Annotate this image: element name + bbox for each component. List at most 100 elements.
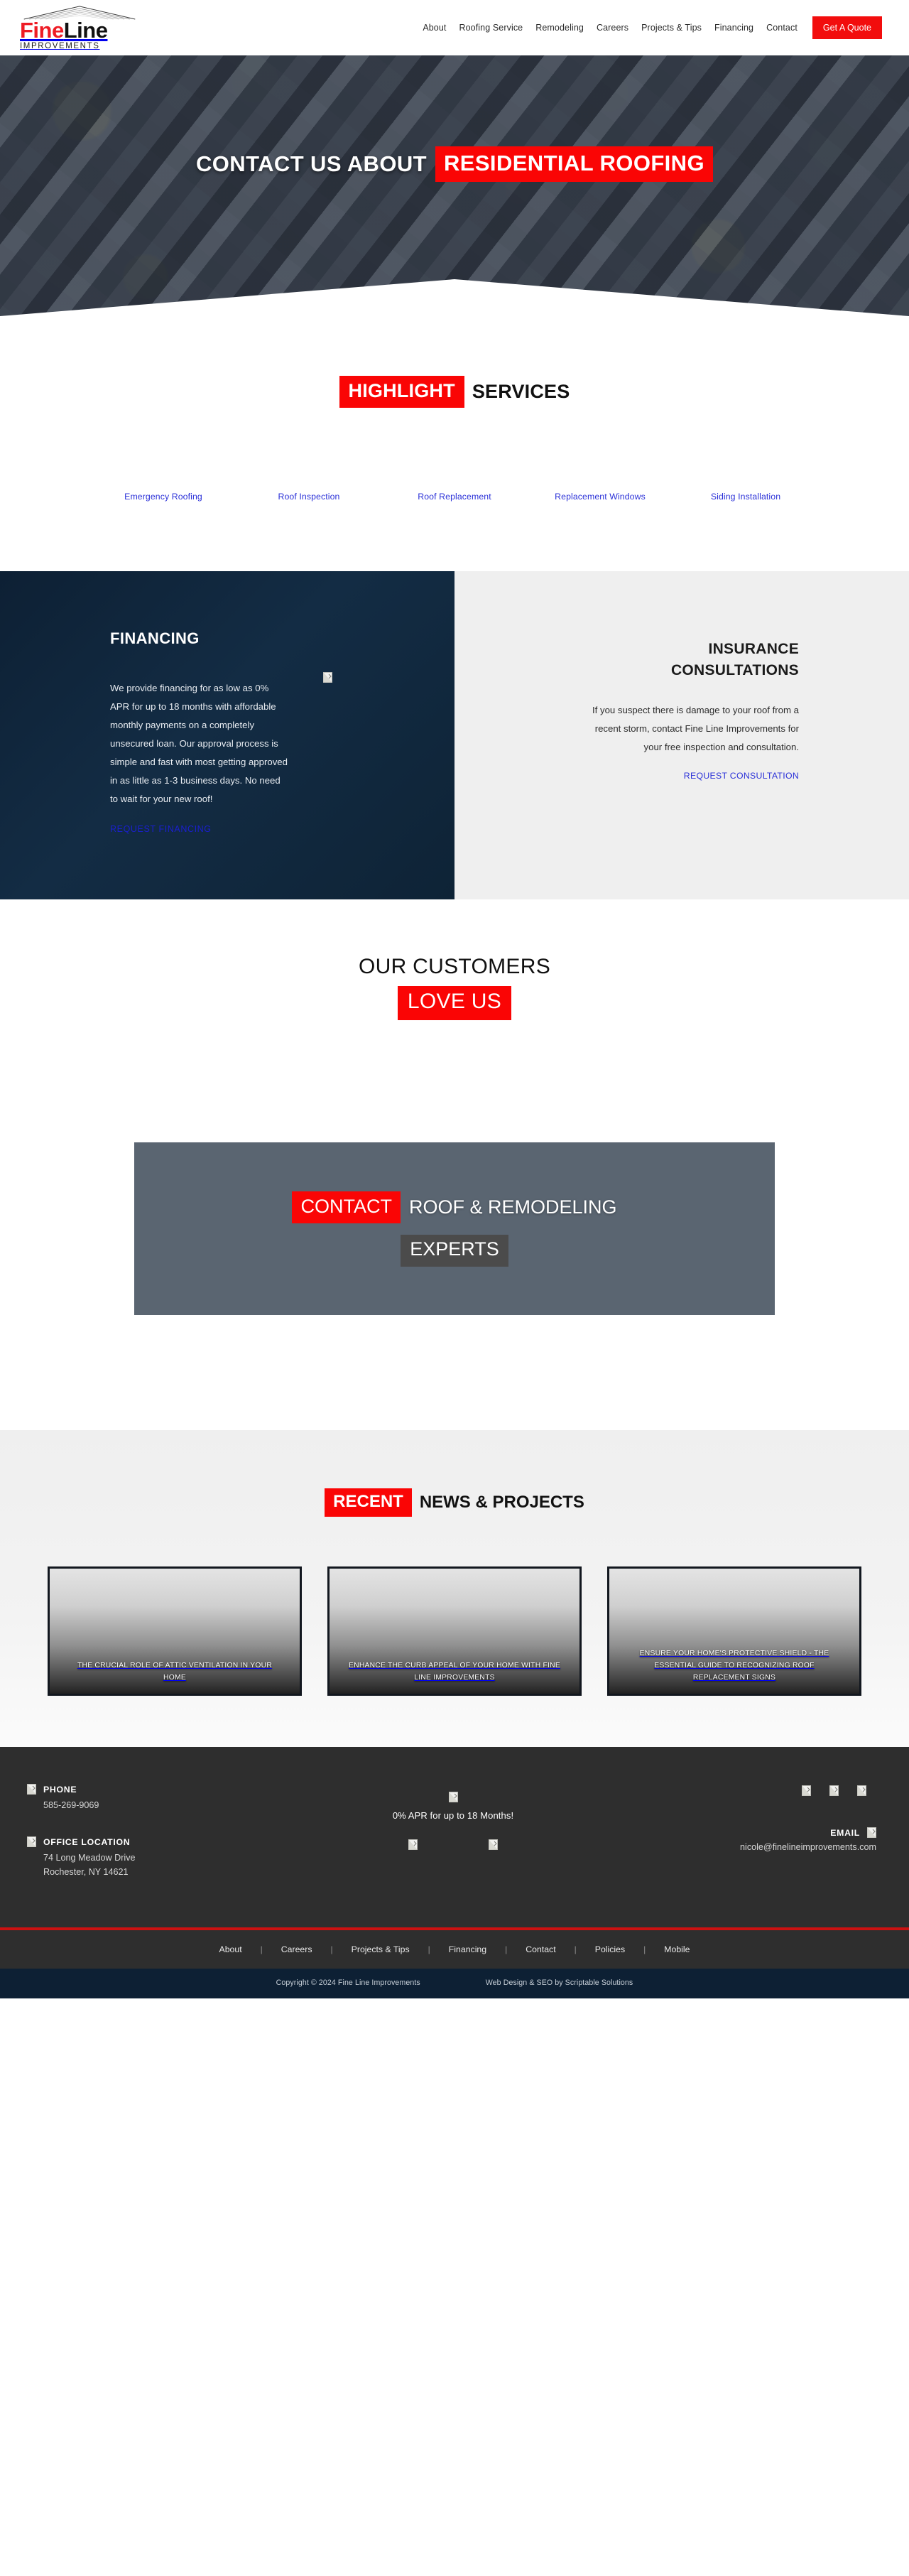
experts-headline-row1: CONTACT ROOF & REMODELING bbox=[292, 1191, 617, 1223]
news-heading-highlight: RECENT bbox=[325, 1488, 412, 1517]
logo-subtitle: IMPROVEMENTS bbox=[20, 42, 100, 50]
footer-nav-careers[interactable]: Careers bbox=[263, 1944, 331, 1954]
nav-item-financing[interactable]: Financing bbox=[708, 23, 760, 33]
footer-office-block: OFFICE LOCATION 74 Long Meadow Drive Roc… bbox=[27, 1836, 268, 1879]
experts-headline-row2: EXPERTS bbox=[401, 1234, 508, 1267]
footer-office-label: OFFICE LOCATION bbox=[43, 1836, 131, 1847]
news-card-title: THE CRUCIAL ROLE OF ATTIC VENTILATION IN… bbox=[77, 1662, 273, 1682]
financing-insurance-section: FINANCING We provide financing for as lo… bbox=[0, 571, 909, 899]
testimonials-heading-line2: LOVE US bbox=[397, 986, 512, 1020]
broken-image-icon bbox=[408, 1839, 418, 1850]
footer-contact-column: PHONE 585-269-9069 OFFICE LOCATION 74 Lo… bbox=[27, 1784, 268, 1903]
email-icon bbox=[867, 1827, 876, 1838]
service-link-replacement-windows[interactable]: Replacement Windows bbox=[555, 492, 646, 502]
news-heading: RECENT NEWS & PROJECTS bbox=[0, 1488, 909, 1517]
phone-icon bbox=[27, 1784, 36, 1795]
footer-social-row bbox=[638, 1785, 876, 1796]
logo-wordmark: FineLine bbox=[20, 19, 144, 41]
nav-item-contact[interactable]: Contact bbox=[760, 23, 804, 33]
footer-social-email-column: EMAIL nicole@finelineimprovements.com bbox=[638, 1784, 882, 1903]
insurance-heading-line2: CONSULTATIONS bbox=[670, 662, 799, 678]
footer-partner-logos bbox=[268, 1839, 638, 1850]
social-icon[interactable] bbox=[802, 1785, 811, 1796]
hero-heading: CONTACT US ABOUT RESIDENTIAL ROOFING bbox=[0, 146, 909, 182]
footer-phone-value[interactable]: 585-269-9069 bbox=[43, 1798, 268, 1812]
footer-email-value[interactable]: nicole@finelineimprovements.com bbox=[638, 1842, 876, 1852]
footer-office-line2: Rochester, NY 14621 bbox=[43, 1867, 129, 1877]
site-header: FineLine IMPROVEMENTS About Roofing Serv… bbox=[0, 0, 909, 55]
footer-nav-financing[interactable]: Financing bbox=[430, 1944, 505, 1954]
contact-experts-section: CONTACT ROOF & REMODELING EXPERTS bbox=[0, 1020, 909, 1430]
nav-item-roofing-service[interactable]: Roofing Service bbox=[452, 23, 529, 33]
footer-nav-mobile[interactable]: Mobile bbox=[646, 1944, 708, 1954]
web-design-credit-link[interactable]: Web Design & SEO by Scriptable Solutions bbox=[486, 1979, 633, 1987]
copyright-text: Copyright © 2024 Fine Line Improvements bbox=[276, 1979, 420, 1987]
news-card-title: ENSURE YOUR HOME'S PROTECTIVE SHIELD - T… bbox=[639, 1650, 829, 1682]
request-consultation-link[interactable]: REQUEST CONSULTATION bbox=[684, 771, 799, 781]
highlight-services-section: HIGHLIGHT SERVICES Emergency Roofing Roof… bbox=[0, 363, 909, 571]
insurance-heading-line1: INSURANCE bbox=[708, 641, 799, 657]
service-cell-siding-installation: Siding Installation bbox=[673, 490, 819, 503]
service-cell-roof-inspection: Roof Inspection bbox=[236, 490, 382, 503]
insurance-body: If you suspect there is damage to your r… bbox=[592, 705, 799, 752]
footer-nav-projects-tips[interactable]: Projects & Tips bbox=[333, 1944, 428, 1954]
nav-item-careers[interactable]: Careers bbox=[590, 23, 635, 33]
contact-experts-banner[interactable]: CONTACT ROOF & REMODELING EXPERTS bbox=[134, 1142, 775, 1315]
footer-copyright-bar: Copyright © 2024 Fine Line Improvements … bbox=[0, 1969, 909, 1998]
footer-phone-label: PHONE bbox=[43, 1784, 77, 1795]
news-card[interactable]: ENSURE YOUR HOME'S PROTECTIVE SHIELD - T… bbox=[607, 1566, 861, 1696]
service-cell-replacement-windows: Replacement Windows bbox=[528, 490, 673, 503]
news-card[interactable]: ENHANCE THE CURB APPEAL OF YOUR HOME WIT… bbox=[327, 1566, 582, 1696]
footer-email-label-row: EMAIL bbox=[638, 1827, 876, 1838]
broken-image-icon bbox=[448, 1792, 458, 1803]
financing-heading: FINANCING bbox=[110, 629, 200, 647]
experts-words-roof-remodeling: ROOF & REMODELING bbox=[408, 1196, 617, 1218]
main-navigation: About Roofing Service Remodeling Careers… bbox=[416, 0, 909, 55]
footer-nav-contact[interactable]: Contact bbox=[507, 1944, 574, 1954]
hero-chevron-divider bbox=[0, 279, 909, 363]
financing-panel: FINANCING We provide financing for as lo… bbox=[0, 571, 454, 899]
broken-image-icon bbox=[323, 672, 332, 683]
service-link-emergency-roofing[interactable]: Emergency Roofing bbox=[124, 492, 202, 502]
services-heading: HIGHLIGHT SERVICES bbox=[0, 376, 909, 408]
insurance-heading: INSURANCE CONSULTATIONS bbox=[454, 639, 799, 681]
news-card[interactable]: THE CRUCIAL ROLE OF ATTIC VENTILATION IN… bbox=[48, 1566, 302, 1696]
footer-nav-policies[interactable]: Policies bbox=[577, 1944, 643, 1954]
footer-nav-about[interactable]: About bbox=[201, 1944, 261, 1954]
request-financing-link[interactable]: REQUEST FINANCING bbox=[110, 824, 212, 834]
hero-heading-white: CONTACT US ABOUT bbox=[196, 151, 427, 176]
logo-word-fine: Fine bbox=[20, 18, 64, 43]
hero-section: CONTACT US ABOUT RESIDENTIAL ROOFING bbox=[0, 55, 909, 363]
testimonials-section: OUR CUSTOMERS LOVE US bbox=[0, 899, 909, 1020]
footer-promo-badge-row bbox=[268, 1791, 638, 1804]
broken-image-icon bbox=[489, 1839, 498, 1850]
recent-news-section: RECENT NEWS & PROJECTS THE CRUCIAL ROLE O… bbox=[0, 1430, 909, 1747]
experts-word-experts: EXPERTS bbox=[401, 1234, 508, 1267]
social-icon[interactable] bbox=[829, 1785, 839, 1796]
service-cell-roof-replacement: Roof Replacement bbox=[382, 490, 528, 503]
testimonials-heading-line1: OUR CUSTOMERS bbox=[358, 955, 551, 978]
service-link-roof-replacement[interactable]: Roof Replacement bbox=[418, 492, 491, 502]
news-card-title: ENHANCE THE CURB APPEAL OF YOUR HOME WIT… bbox=[349, 1662, 560, 1682]
site-logo[interactable]: FineLine IMPROVEMENTS bbox=[20, 5, 144, 50]
service-link-siding-installation[interactable]: Siding Installation bbox=[711, 492, 780, 502]
hero-heading-red: RESIDENTIAL ROOFING bbox=[435, 146, 713, 182]
service-link-roof-inspection[interactable]: Roof Inspection bbox=[278, 492, 340, 502]
logo-word-line: Line bbox=[63, 18, 108, 43]
footer-office-line1: 74 Long Meadow Drive bbox=[43, 1853, 136, 1863]
nav-item-about[interactable]: About bbox=[416, 23, 452, 33]
nav-item-projects-tips[interactable]: Projects & Tips bbox=[635, 23, 708, 33]
footer-phone-block: PHONE 585-269-9069 bbox=[27, 1784, 268, 1812]
services-link-row: Emergency Roofing Roof Inspection Roof R… bbox=[0, 490, 909, 503]
footer-apr-text: 0% APR for up to 18 Months! bbox=[392, 1810, 514, 1821]
services-heading-highlight: HIGHLIGHT bbox=[339, 376, 464, 408]
news-heading-rest: NEWS & PROJECTS bbox=[419, 1493, 584, 1512]
footer-top: PHONE 585-269-9069 OFFICE LOCATION 74 Lo… bbox=[0, 1784, 909, 1927]
service-cell-emergency-roofing: Emergency Roofing bbox=[91, 490, 236, 503]
footer-email-label: EMAIL bbox=[830, 1827, 860, 1838]
news-card-grid: THE CRUCIAL ROLE OF ATTIC VENTILATION IN… bbox=[0, 1566, 909, 1696]
nav-item-remodeling[interactable]: Remodeling bbox=[529, 23, 590, 33]
get-a-quote-button[interactable]: Get A Quote bbox=[812, 16, 882, 39]
financing-body: We provide financing for as low as 0% AP… bbox=[110, 683, 288, 804]
social-icon[interactable] bbox=[857, 1785, 866, 1796]
